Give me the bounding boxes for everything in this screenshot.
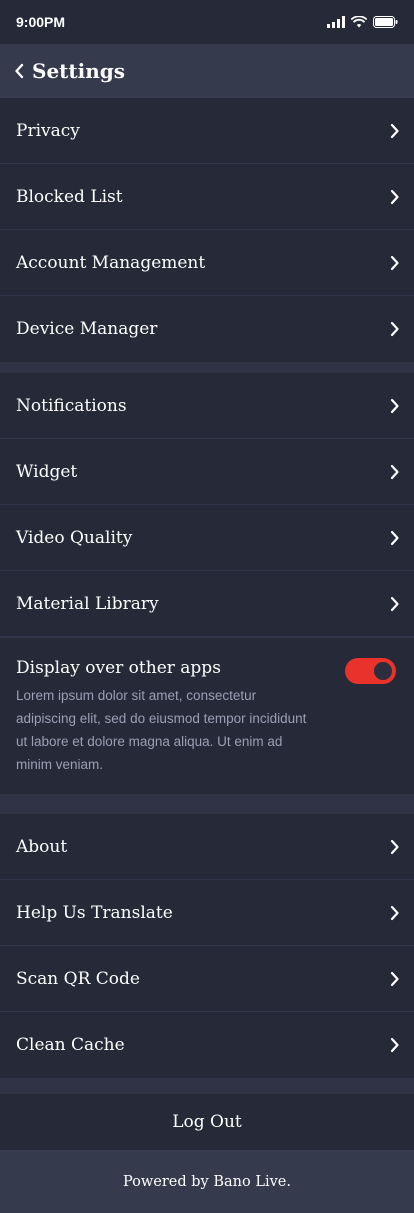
battery-icon [373,16,398,28]
settings-item-widget[interactable]: Widget [0,439,414,505]
settings-item-scan-qr[interactable]: Scan QR Code [0,946,414,1012]
chevron-right-icon [390,530,400,546]
chevron-right-icon [390,596,400,612]
toggle-knob [374,662,392,680]
settings-item-label: Video Quality [16,527,133,548]
settings-item-label: Help Us Translate [16,902,173,923]
chevron-right-icon [390,255,400,271]
settings-item-label: Material Library [16,593,159,614]
settings-item-material-library[interactable]: Material Library [0,571,414,637]
settings-item-video-quality[interactable]: Video Quality [0,505,414,571]
settings-item-label: Notifications [16,395,127,416]
display-over-apps-label: Display over other apps [16,658,221,678]
footer-text: Powered by Bano Live. [122,1173,291,1190]
chevron-right-icon [390,464,400,480]
settings-group-app: Notifications Widget Video Quality Mater… [0,373,414,794]
signal-icon [327,16,345,28]
settings-group-account: Privacy Blocked List Account Management … [0,98,414,362]
chevron-right-icon [390,905,400,921]
settings-item-privacy[interactable]: Privacy [0,98,414,164]
status-time: 9:00PM [16,14,66,30]
settings-item-blocked-list[interactable]: Blocked List [0,164,414,230]
header: Settings [0,44,414,98]
settings-item-display-over-apps: Display over other apps Lorem ipsum dolo… [0,637,414,794]
display-over-apps-toggle[interactable] [345,658,396,684]
logout-label: Log Out [172,1112,242,1132]
settings-item-label: Widget [16,461,78,482]
settings-item-label: Device Manager [16,319,158,339]
settings-item-help-translate[interactable]: Help Us Translate [0,880,414,946]
chevron-left-icon [15,63,24,79]
settings-item-account-management[interactable]: Account Management [0,230,414,296]
chevron-right-icon [390,971,400,987]
settings-item-label: Privacy [16,120,80,141]
chevron-right-icon [390,839,400,855]
settings-item-label: Clean Cache [16,1035,125,1055]
display-over-apps-description: Lorem ipsum dolor sit amet, consectetur … [16,688,307,772]
settings-item-clean-cache[interactable]: Clean Cache [0,1012,414,1078]
chevron-right-icon [390,321,400,337]
settings-item-label: About [16,836,68,857]
chevron-right-icon [390,398,400,414]
settings-item-about[interactable]: About [0,814,414,880]
chevron-right-icon [390,1037,400,1053]
status-bar: 9:00PM [0,0,414,44]
wifi-icon [351,16,367,28]
footer: Powered by Bano Live. [0,1150,414,1213]
settings-item-label: Scan QR Code [16,968,140,989]
settings-item-label: Blocked List [16,186,123,207]
settings-item-device-manager[interactable]: Device Manager [0,296,414,362]
logout-button[interactable]: Log Out [0,1094,414,1150]
settings-group-misc: About Help Us Translate Scan QR Code Cle… [0,814,414,1078]
settings-item-notifications[interactable]: Notifications [0,373,414,439]
settings-item-label: Account Management [16,252,206,273]
chevron-right-icon [390,123,400,139]
chevron-right-icon [390,189,400,205]
status-icons [327,16,398,28]
page-title: Settings [32,59,126,83]
back-button[interactable] [14,63,24,79]
